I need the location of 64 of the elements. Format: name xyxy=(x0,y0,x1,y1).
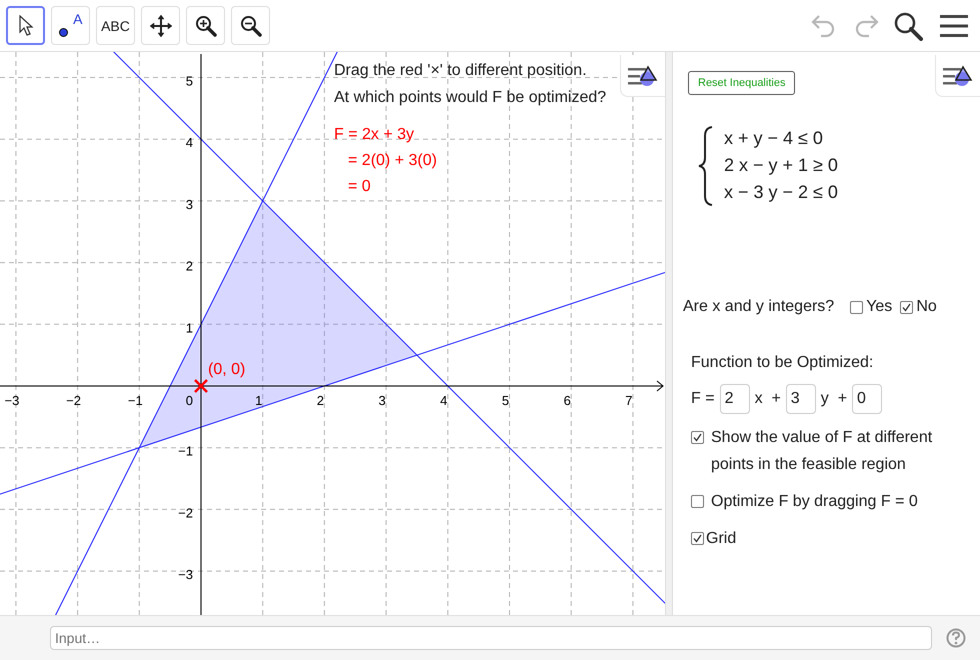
axis-tick-label: 2 xyxy=(186,258,193,274)
coefficient-field[interactable]: 2 xyxy=(720,384,750,414)
axis-tick-label: 3 xyxy=(186,196,193,212)
graphics-style-icon xyxy=(943,64,973,88)
section-title: Function to be Optimized: xyxy=(691,354,874,372)
instruction-text: Drag the red '×' to different position. xyxy=(334,62,587,80)
axis-tick-label: 5 xyxy=(502,393,510,408)
formula-text: y + xyxy=(820,390,848,408)
cross-marker xyxy=(194,379,208,393)
axis-tick-label: −2 xyxy=(178,505,193,520)
check-icon xyxy=(902,302,912,312)
axis-tick-label: 3 xyxy=(378,393,386,408)
checkbox[interactable]: Show the value of F at different points in the feasible region xyxy=(691,424,980,478)
axis-tick-label: 6 xyxy=(564,393,571,408)
check-icon xyxy=(693,433,702,442)
graphics-style-icon xyxy=(628,64,658,88)
axis-tick-label: 7 xyxy=(625,393,633,408)
zoom-in-tool[interactable] xyxy=(186,6,225,45)
checkbox[interactable]: Grid xyxy=(691,525,980,552)
inequality: 2 x − y + 1 ≥ 0 xyxy=(724,154,838,177)
checkbox[interactable]: Optimize F by dragging F = 0 xyxy=(691,488,980,515)
checkbox[interactable]: No xyxy=(900,298,937,316)
evaluation-text: = 0 xyxy=(348,178,371,196)
style-bar-button[interactable] xyxy=(935,55,980,97)
menu-icon xyxy=(940,14,968,38)
instruction-text: At which points would F be optimized? xyxy=(334,89,606,107)
point-label: (0, 0) xyxy=(208,361,246,378)
zoom-in-icon xyxy=(194,14,216,36)
coefficient-field[interactable]: 0 xyxy=(852,384,882,414)
check-icon xyxy=(693,534,702,543)
axis-tick-label: −1 xyxy=(178,444,193,459)
zoom-out-icon xyxy=(240,14,262,36)
question-text: Are x and y integers? xyxy=(683,298,834,316)
axis-tick-label: 1 xyxy=(255,393,262,408)
coefficient-field[interactable]: 3 xyxy=(786,384,816,414)
pan-tool[interactable] xyxy=(141,6,180,45)
axis-tick-label: −3 xyxy=(4,393,20,408)
axis-tick-label: −3 xyxy=(178,567,193,582)
axis-tick-label: −2 xyxy=(66,393,82,408)
help-icon xyxy=(946,628,966,648)
checkbox[interactable]: Yes xyxy=(850,298,892,316)
inequality: x − 3 y − 2 ≤ 0 xyxy=(724,181,838,204)
zoom-out-tool[interactable] xyxy=(231,6,270,45)
axis-tick-label: −1 xyxy=(128,393,143,408)
formula-text: F = xyxy=(691,390,715,408)
style-bar-button[interactable] xyxy=(620,55,665,97)
arrow-pointer-icon xyxy=(18,14,34,36)
search-icon xyxy=(893,10,923,40)
evaluation-text: F = 2x + 3y xyxy=(334,126,414,144)
point-tool[interactable]: A xyxy=(51,6,90,45)
axis-tick-label: 0 xyxy=(186,393,193,408)
axis-tick-label: 5 xyxy=(186,74,193,88)
help-button[interactable] xyxy=(946,628,966,648)
axis-tick-label: 2 xyxy=(316,393,324,408)
formula-text: x + xyxy=(754,390,781,408)
move-arrows-icon xyxy=(148,14,172,38)
text-tool[interactable]: ABC xyxy=(96,6,135,45)
input-field[interactable]: Input… xyxy=(50,626,932,650)
axis-tick-label: 4 xyxy=(186,135,193,150)
inequality: x + y − 4 ≤ 0 xyxy=(724,127,824,150)
axis-tick-label: 4 xyxy=(440,393,448,408)
axis-tick-label: 1 xyxy=(186,320,193,336)
move-tool[interactable] xyxy=(6,6,45,45)
evaluation-text: = 2(0) + 3(0) xyxy=(348,152,437,170)
